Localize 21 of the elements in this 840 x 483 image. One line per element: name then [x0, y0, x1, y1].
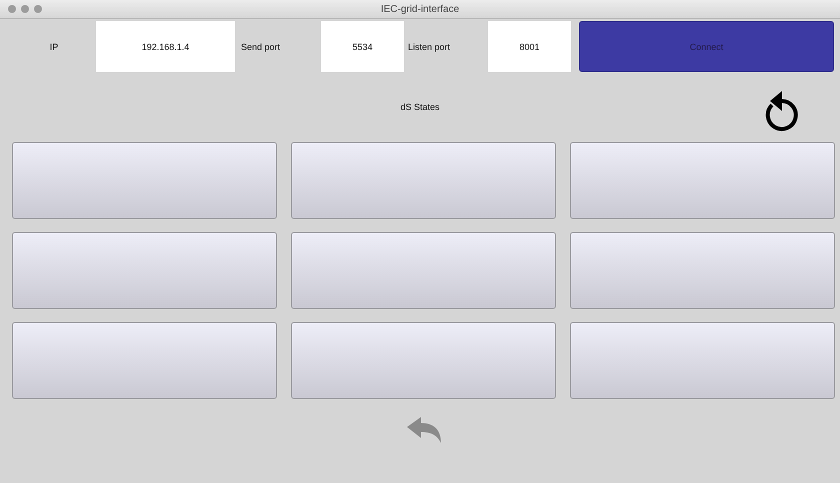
- state-button[interactable]: [291, 232, 556, 309]
- state-button[interactable]: [570, 322, 835, 399]
- window-title: IEC-grid-interface: [380, 4, 460, 14]
- zoom-button[interactable]: [34, 5, 42, 13]
- state-button[interactable]: [291, 142, 556, 219]
- ip-field[interactable]: 192.168.1.4: [96, 21, 235, 72]
- send-port-field[interactable]: 5534: [321, 21, 404, 72]
- listen-port-field[interactable]: 8001: [488, 21, 571, 72]
- state-button[interactable]: [12, 232, 277, 309]
- back-arrow-icon[interactable]: [407, 417, 443, 443]
- state-button[interactable]: [291, 322, 556, 399]
- minimize-button[interactable]: [21, 5, 29, 13]
- state-button[interactable]: [570, 232, 835, 309]
- send-port-label: Send port: [240, 40, 282, 54]
- listen-port-label: Listen port: [407, 40, 452, 54]
- state-button[interactable]: [12, 322, 277, 399]
- close-button[interactable]: [8, 5, 16, 13]
- state-button[interactable]: [12, 142, 277, 219]
- ip-label: IP: [48, 40, 60, 54]
- section-title: dS States: [400, 102, 440, 112]
- state-button[interactable]: [570, 142, 835, 219]
